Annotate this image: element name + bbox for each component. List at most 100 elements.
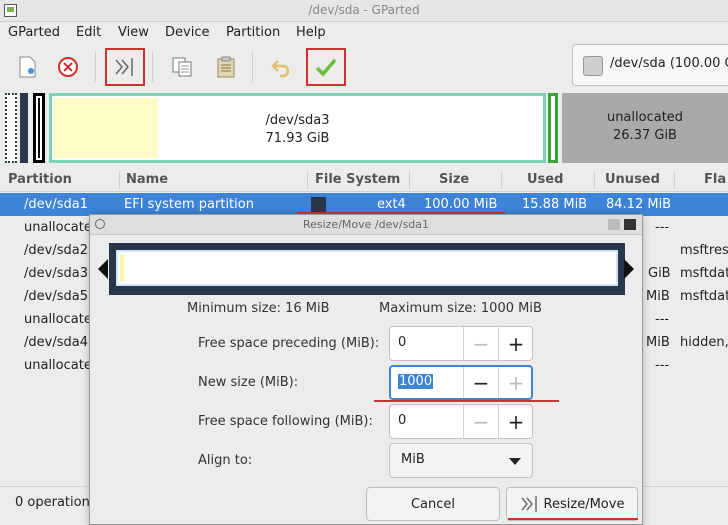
hard-disk-icon xyxy=(583,56,603,76)
cell-size: 100.00 MiB xyxy=(424,197,498,212)
cancel-button[interactable]: Cancel xyxy=(366,487,500,521)
partition-graph: /dev/sda3 71.93 GiB unallocated 26.37 Gi… xyxy=(0,90,728,166)
undo-button[interactable] xyxy=(264,50,298,84)
increment-button[interactable]: + xyxy=(498,367,533,398)
undo-icon xyxy=(271,60,290,78)
window-titlebar: /dev/sda - GParted xyxy=(0,0,728,22)
column-unused[interactable]: Unused xyxy=(605,172,660,187)
decrement-button[interactable]: − xyxy=(463,367,498,398)
toolbar-separator xyxy=(95,52,96,82)
resize-move-button[interactable] xyxy=(105,48,145,86)
new-document-icon xyxy=(19,56,36,78)
resize-used-space xyxy=(120,254,124,282)
cell-partition: /dev/sda4 xyxy=(24,335,88,350)
maximum-size-label: Maximum size: 1000 MiB xyxy=(379,301,542,316)
column-name[interactable]: Name xyxy=(126,172,168,187)
graph-unallocated-name: unallocated xyxy=(606,110,684,125)
menu-gparted[interactable]: GParted xyxy=(8,25,60,40)
dialog-close-button[interactable] xyxy=(624,219,636,230)
menu-edit[interactable]: Edit xyxy=(76,25,101,40)
window-title: /dev/sda - GParted xyxy=(308,3,420,17)
cell-unused: --- xyxy=(655,312,670,327)
free-space-preceding-input[interactable]: 0 xyxy=(398,335,406,350)
cell-flags: msftdat xyxy=(680,289,728,304)
delete-icon xyxy=(58,57,78,77)
column-used[interactable]: Used xyxy=(527,172,563,187)
align-to-value: MiB xyxy=(401,452,425,467)
column-filesystem[interactable]: File System xyxy=(315,172,400,187)
menubar: GParted Edit View Device Partition Help xyxy=(0,22,728,44)
partition-table-header: Partition Name File System Size Used Unu… xyxy=(0,169,728,192)
graph-sda3[interactable]: /dev/sda3 71.93 GiB xyxy=(49,93,546,163)
decrement-button[interactable]: − xyxy=(463,327,498,360)
dialog-title: Resize/Move /dev/sda1 xyxy=(302,218,430,231)
device-selector[interactable]: /dev/sda (100.00 G xyxy=(572,44,728,86)
paste-button[interactable] xyxy=(209,50,243,84)
resize-move-confirm-button[interactable]: Resize/Move xyxy=(506,487,638,521)
apply-button[interactable] xyxy=(306,48,346,86)
resize-move-dialog: Resize/Move /dev/sda1 Minimum size: 16 M… xyxy=(89,214,643,525)
graph-sda1[interactable] xyxy=(5,93,17,163)
resize-move-button-label: Resize/Move xyxy=(543,496,625,512)
drag-left-arrow-icon[interactable] xyxy=(98,259,108,279)
column-flags[interactable]: Fla xyxy=(704,172,726,187)
cell-partition: /dev/sda1 xyxy=(24,197,88,212)
pending-operations-text: 0 operation xyxy=(15,495,90,510)
free-space-following-input[interactable]: 0 xyxy=(398,413,406,428)
cell-unused: MiB xyxy=(646,335,670,350)
cell-filesystem: ext4 xyxy=(377,197,406,212)
cell-flags: hidden, xyxy=(680,335,728,350)
checkmark-icon xyxy=(315,58,337,77)
drag-right-arrow-icon[interactable] xyxy=(624,259,634,279)
column-divider xyxy=(119,171,120,189)
cell-unused: --- xyxy=(655,220,670,235)
new-size-input[interactable]: 1000 xyxy=(398,374,434,389)
resize-button-underline-annotation xyxy=(508,518,638,520)
free-space-preceding-spinner[interactable]: 0 − + xyxy=(389,326,533,361)
menu-help[interactable]: Help xyxy=(296,25,326,40)
cell-unused: --- xyxy=(655,358,670,373)
minimum-size-label: Minimum size: 16 MiB xyxy=(187,301,330,316)
cell-unused: 84.12 MiB xyxy=(606,197,672,212)
graph-unallocated[interactable]: unallocated 26.37 GiB xyxy=(562,93,728,163)
menu-partition[interactable]: Partition xyxy=(226,25,280,40)
free-space-following-spinner[interactable]: 0 − + xyxy=(389,404,533,439)
new-size-spinner[interactable]: 1000 − + xyxy=(389,365,533,400)
graph-sda3-label: /dev/sda3 71.93 GiB xyxy=(52,112,543,148)
increment-button[interactable]: + xyxy=(498,327,533,360)
copy-icon xyxy=(172,57,192,77)
menu-device[interactable]: Device xyxy=(165,25,209,40)
graph-sda5[interactable] xyxy=(548,93,558,163)
column-size[interactable]: Size xyxy=(439,172,469,187)
column-partition[interactable]: Partition xyxy=(8,172,72,187)
graph-unallocated-label: unallocated 26.37 GiB xyxy=(562,109,728,145)
delete-partition-button[interactable] xyxy=(51,50,85,84)
resize-partition-box[interactable] xyxy=(116,250,618,286)
column-divider xyxy=(307,171,308,189)
cell-unused: MiB xyxy=(646,289,670,304)
resize-graph[interactable] xyxy=(109,243,625,295)
new-partition-button[interactable] xyxy=(10,50,44,84)
align-to-dropdown[interactable]: MiB xyxy=(389,443,533,478)
cell-flags: msftres xyxy=(680,243,728,258)
new-size-underline-annotation xyxy=(374,400,559,402)
dialog-titlebar: Resize/Move /dev/sda1 xyxy=(90,215,642,235)
copy-button[interactable] xyxy=(165,50,199,84)
graph-unallocated-small[interactable] xyxy=(33,93,45,163)
align-to-label: Align to: xyxy=(198,453,253,468)
decrement-button[interactable]: − xyxy=(463,405,498,438)
device-selector-label: /dev/sda (100.00 G xyxy=(610,56,728,71)
cell-name: EFI system partition xyxy=(124,197,254,212)
resize-move-icon xyxy=(115,58,133,76)
dialog-maximize-button[interactable] xyxy=(608,219,620,230)
graph-sda3-name: /dev/sda3 xyxy=(265,113,330,128)
free-space-preceding-label: Free space preceding (MiB): xyxy=(198,336,380,351)
cell-partition: /dev/sda3 xyxy=(24,266,88,281)
menu-view[interactable]: View xyxy=(118,25,149,40)
chevron-down-icon xyxy=(509,458,521,465)
cell-unused: GiB xyxy=(648,266,671,281)
graph-sda2[interactable] xyxy=(20,93,28,163)
increment-button[interactable]: + xyxy=(498,405,533,438)
column-divider xyxy=(501,171,502,189)
graph-unallocated-size: 26.37 GiB xyxy=(613,128,677,143)
